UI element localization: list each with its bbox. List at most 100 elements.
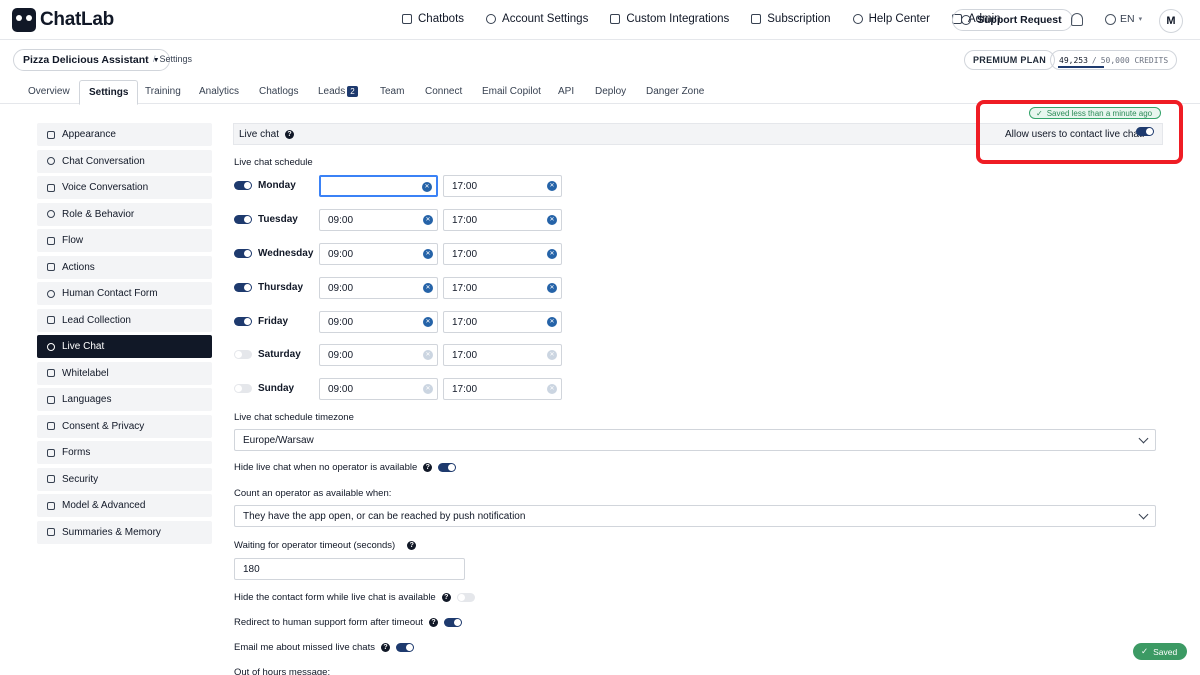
sidebar-item-languages[interactable]: Languages xyxy=(37,388,212,411)
start-time-input[interactable]: 09:00 ✕ xyxy=(319,243,438,265)
help-icon[interactable]: ? xyxy=(441,593,451,602)
redirect-row: Redirect to human support form after tim… xyxy=(234,617,463,628)
tab-deploy[interactable]: Deploy xyxy=(595,86,626,97)
hide-no-operator-toggle[interactable] xyxy=(438,463,457,472)
sidebar-item-summaries-memory[interactable]: Summaries & Memory xyxy=(37,520,212,544)
tab-team[interactable]: Team xyxy=(380,86,404,97)
redirect-toggle[interactable] xyxy=(444,618,463,627)
saved-toast-label: Saved xyxy=(1153,646,1178,657)
day-toggle[interactable] xyxy=(234,283,252,292)
day-toggle[interactable] xyxy=(234,384,252,393)
sidebar-item-chat-conversation[interactable]: Chat Conversation xyxy=(37,149,212,173)
sidebar-item-whitelabel[interactable]: Whitelabel xyxy=(37,361,212,385)
avatar[interactable]: M xyxy=(1159,9,1183,33)
tab-settings[interactable]: Settings xyxy=(79,80,139,105)
sidebar-item-role-behavior[interactable]: Role & Behavior xyxy=(37,202,212,226)
tab-danger-zone[interactable]: Danger Zone xyxy=(646,86,704,97)
clear-icon[interactable]: ✕ xyxy=(547,283,557,293)
sidebar-item-label: Chat Conversation xyxy=(62,155,145,167)
tab-chatlogs[interactable]: Chatlogs xyxy=(259,86,298,97)
clear-icon[interactable]: ✕ xyxy=(422,182,432,192)
help-icon[interactable]: ? xyxy=(380,643,390,652)
clear-icon[interactable]: ✕ xyxy=(423,283,433,293)
start-time-input[interactable]: 09:00 ✕ xyxy=(319,344,438,366)
sidebar-item-consent-privacy[interactable]: Consent & Privacy xyxy=(37,414,212,438)
end-time-input[interactable]: 17:00 ✕ xyxy=(443,243,562,265)
tab-connect[interactable]: Connect xyxy=(425,86,462,97)
tab-api[interactable]: API xyxy=(558,86,574,97)
chatbot-selector[interactable]: Pizza Delicious Assistant ▼ xyxy=(13,49,170,71)
sidebar-item-live-chat[interactable]: Live Chat xyxy=(37,335,212,358)
start-time-input[interactable]: 09:00 ✕ xyxy=(319,209,438,231)
nav-custom-integrations[interactable]: Custom Integrations xyxy=(610,13,729,25)
sidebar-item-label: Whitelabel xyxy=(62,367,109,379)
schedule-row-tuesday: Tuesday 09:00 ✕ 17:00 ✕ xyxy=(234,209,564,231)
help-icon[interactable]: ? xyxy=(423,463,433,472)
clear-icon[interactable]: ✕ xyxy=(547,215,557,225)
breadcrumb-item: Settings xyxy=(159,54,193,64)
timezone-select[interactable]: Europe/Warsaw xyxy=(234,429,1156,451)
sidebar-item-label: Voice Conversation xyxy=(62,182,149,193)
day-toggle[interactable] xyxy=(234,350,252,359)
day-toggle[interactable] xyxy=(234,181,252,190)
sidebar-item-security[interactable]: Security xyxy=(37,467,212,491)
end-time-input[interactable]: 17:00 ✕ xyxy=(443,175,562,197)
logo[interactable]: ChatLab xyxy=(12,8,114,32)
day-toggle[interactable] xyxy=(234,317,252,326)
clear-icon[interactable]: ✕ xyxy=(547,181,557,191)
nav-chatbots[interactable]: Chatbots xyxy=(402,13,464,25)
hide-contact-form-toggle[interactable] xyxy=(456,593,475,602)
tab-training[interactable]: Training xyxy=(145,86,181,97)
gear-icon xyxy=(486,14,497,24)
help-icon[interactable]: ? xyxy=(285,129,295,139)
clear-icon[interactable]: ✕ xyxy=(547,350,557,360)
sidebar-item-model-advanced[interactable]: Model & Advanced xyxy=(37,494,212,517)
support-request-label: Support Request xyxy=(977,14,1062,26)
help-icon[interactable]: ? xyxy=(407,541,417,550)
clear-icon[interactable]: ✕ xyxy=(423,249,433,259)
tab-analytics[interactable]: Analytics xyxy=(199,86,239,97)
tab-email-copilot[interactable]: Email Copilot xyxy=(482,86,541,97)
end-time-input[interactable]: 17:00 ✕ xyxy=(443,378,562,400)
start-time-input[interactable]: 09:00 ✕ xyxy=(319,378,438,400)
timeout-input[interactable]: 180 xyxy=(234,558,465,580)
sidebar-item-human-contact-form[interactable]: Human Contact Form xyxy=(37,282,212,305)
start-time-input[interactable]: ✕ xyxy=(319,175,438,197)
clear-icon[interactable]: ✕ xyxy=(423,350,433,360)
bell-icon[interactable] xyxy=(1071,13,1083,26)
day-toggle[interactable] xyxy=(234,215,252,224)
start-time-input[interactable]: 09:00 ✕ xyxy=(319,311,438,333)
credits-total: 50,000 CREDITS xyxy=(1100,55,1169,65)
end-time-input[interactable]: 17:00 ✕ xyxy=(443,277,562,299)
keyboard-icon xyxy=(47,528,55,536)
clear-icon[interactable]: ✕ xyxy=(547,249,557,259)
nav-help-center[interactable]: Help Center xyxy=(852,13,930,25)
clear-icon[interactable]: ✕ xyxy=(547,317,557,327)
end-time-input[interactable]: 17:00 ✕ xyxy=(443,311,562,333)
sidebar-item-flow[interactable]: Flow xyxy=(37,229,212,252)
language-selector[interactable]: EN ▾ xyxy=(1105,13,1142,25)
support-request-button[interactable]: Support Request xyxy=(952,9,1073,31)
hide-no-operator-row: Hide live chat when no operator is avail… xyxy=(234,462,457,473)
start-time-input[interactable]: 09:00 ✕ xyxy=(319,277,438,299)
sidebar-item-appearance[interactable]: Appearance xyxy=(37,123,212,146)
tab-leads[interactable]: Leads 2 xyxy=(318,86,358,97)
help-icon[interactable]: ? xyxy=(429,618,439,627)
sidebar-item-lead-collection[interactable]: Lead Collection xyxy=(37,308,212,332)
clear-icon[interactable]: ✕ xyxy=(423,384,433,394)
nav-account-settings[interactable]: Account Settings xyxy=(486,13,588,25)
nav-subscription[interactable]: Subscription xyxy=(751,13,831,25)
clear-icon[interactable]: ✕ xyxy=(423,215,433,225)
email-missed-toggle[interactable] xyxy=(395,643,414,652)
sidebar-item-voice-conversation[interactable]: Voice Conversation xyxy=(37,176,212,199)
tab-overview[interactable]: Overview xyxy=(28,86,70,97)
day-toggle[interactable] xyxy=(234,249,252,258)
sidebar-item-actions[interactable]: Actions xyxy=(37,255,212,279)
end-time-input[interactable]: 17:00 ✕ xyxy=(443,344,562,366)
clear-icon[interactable]: ✕ xyxy=(423,317,433,327)
sidebar-item-forms[interactable]: Forms xyxy=(37,441,212,464)
plan-badge[interactable]: PREMIUM PLAN xyxy=(964,50,1056,70)
end-time-input[interactable]: 17:00 ✕ xyxy=(443,209,562,231)
clear-icon[interactable]: ✕ xyxy=(547,384,557,394)
count-operator-select[interactable]: They have the app open, or can be reache… xyxy=(234,505,1156,527)
